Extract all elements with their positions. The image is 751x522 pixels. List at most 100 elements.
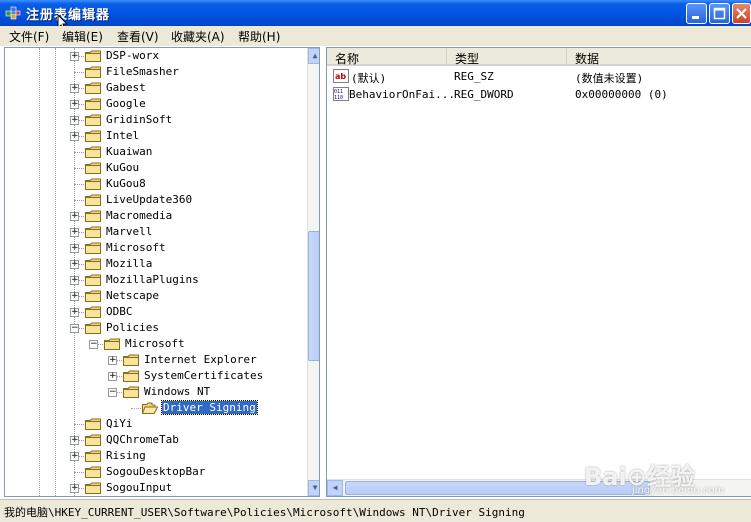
tree-node[interactable]: + Internet Explorer <box>5 352 305 368</box>
tree-node[interactable]: SogouDesktopBar <box>5 464 305 480</box>
folder-icon <box>85 178 101 190</box>
tree-node-label: Mozilla <box>106 257 153 270</box>
menu-help[interactable]: 帮助(H) <box>235 28 283 45</box>
menu-edit[interactable]: 编辑(E) <box>59 28 106 45</box>
collapse-icon[interactable]: − <box>108 388 117 397</box>
expand-icon[interactable]: + <box>70 436 79 445</box>
expand-icon[interactable]: + <box>108 356 117 365</box>
tree-node[interactable]: + Intel <box>5 128 305 144</box>
tree-node-label: Windows NT <box>144 385 211 398</box>
tree-node[interactable]: KuGou <box>5 160 305 176</box>
folder-icon <box>85 258 101 270</box>
tree-node[interactable]: + Rising <box>5 448 305 464</box>
folder-icon <box>85 226 101 238</box>
tree-node-label: Rising <box>106 449 146 462</box>
arrow-down-icon: ▼ <box>312 483 318 492</box>
tree-node[interactable]: FileSmasher <box>5 64 305 80</box>
watermark-url: jingyan.baidu.com <box>632 485 725 496</box>
arrow-up-icon: ▲ <box>312 51 318 60</box>
tree-vertical-scrollbar[interactable]: ▲ ▼ <box>307 48 319 496</box>
folder-icon <box>85 418 101 430</box>
close-icon <box>736 8 747 19</box>
folder-icon <box>85 322 101 334</box>
expand-icon[interactable]: + <box>70 132 79 141</box>
tree-node[interactable]: + Netscape <box>5 288 305 304</box>
tree-node-label: Policies <box>106 321 159 334</box>
tree-node-label: Microsoft <box>125 337 185 350</box>
value-row[interactable]: ab (默认) REG_SZ (数值未设置) <box>327 67 751 85</box>
value-list-pane[interactable]: 名称 类型 数据 ab (默认) REG_SZ (数值未设置) 011 110 … <box>326 47 751 497</box>
expand-icon[interactable]: + <box>70 84 79 93</box>
scroll-left-button[interactable]: ◀ <box>327 480 343 496</box>
expand-icon[interactable]: + <box>70 292 79 301</box>
tree-node[interactable]: Driver Signing <box>5 400 305 416</box>
tree-node[interactable]: + Mozilla <box>5 256 305 272</box>
tree-node-label: Intel <box>106 129 140 142</box>
expand-icon[interactable]: + <box>108 372 117 381</box>
expand-icon[interactable]: + <box>70 228 79 237</box>
column-header-name[interactable]: 名称 <box>327 48 447 66</box>
expand-icon[interactable]: + <box>70 212 79 221</box>
close-button[interactable] <box>732 3 751 24</box>
expand-icon[interactable]: + <box>70 100 79 109</box>
folder-icon <box>85 466 101 478</box>
tree-node[interactable]: + SystemCertificates <box>5 368 305 384</box>
scroll-down-button[interactable]: ▼ <box>308 480 319 496</box>
collapse-icon[interactable]: − <box>70 324 79 333</box>
expand-icon[interactable]: + <box>70 452 79 461</box>
tree-node-label: Internet Explorer <box>144 353 257 366</box>
column-header-type[interactable]: 类型 <box>447 48 567 66</box>
tree-node[interactable]: LiveUpdate360 <box>5 192 305 208</box>
minimize-button[interactable] <box>686 3 707 24</box>
status-key-path: 我的电脑\HKEY_CURRENT_USER\Software\Policies… <box>4 506 525 519</box>
value-name: (默认) <box>351 72 387 85</box>
menu-file[interactable]: 文件(F) <box>6 28 52 45</box>
scroll-up-button[interactable]: ▲ <box>308 48 319 64</box>
expand-icon[interactable]: + <box>70 260 79 269</box>
expand-icon[interactable]: + <box>70 308 79 317</box>
expand-icon[interactable]: + <box>70 52 79 61</box>
value-row[interactable]: 011 110 BehaviorOnFai... REG_DWORD 0x000… <box>327 85 751 103</box>
folder-icon <box>104 338 120 350</box>
tree-node[interactable]: + QQChromeTab <box>5 432 305 448</box>
maximize-button[interactable] <box>709 3 730 24</box>
folder-icon <box>85 210 101 222</box>
tree-node[interactable]: − Microsoft <box>5 336 305 352</box>
tree-node-label: Kuaiwan <box>106 145 153 158</box>
tree-node-label: MozillaPlugins <box>106 273 199 286</box>
tree-node[interactable]: + Marvell <box>5 224 305 240</box>
expand-icon[interactable]: + <box>70 484 79 493</box>
key-tree-pane[interactable]: + DSP-worx FileSmasher + Gabest + Google + Gridi… <box>4 47 320 497</box>
tree-node[interactable]: − Windows NT <box>5 384 305 400</box>
tree-node[interactable]: + DSP-worx <box>5 48 305 64</box>
folder-icon <box>123 370 139 382</box>
tree-node[interactable]: KuGou8 <box>5 176 305 192</box>
tree-node[interactable]: + Macromedia <box>5 208 305 224</box>
tree-node[interactable]: + Google <box>5 96 305 112</box>
tree-node[interactable]: − Policies <box>5 320 305 336</box>
expand-icon[interactable]: + <box>70 116 79 125</box>
svg-text:ab: ab <box>335 72 346 81</box>
tree-node[interactable]: QiYi <box>5 416 305 432</box>
tree-node-label: KuGou8 <box>106 177 146 190</box>
folder-icon <box>85 434 101 446</box>
tree-node[interactable]: + ODBC <box>5 304 305 320</box>
tree-node[interactable]: + Gabest <box>5 80 305 96</box>
tree-node[interactable]: Kuaiwan <box>5 144 305 160</box>
tree-node[interactable]: + Microsoft <box>5 240 305 256</box>
menu-favorites[interactable]: 收藏夹(A) <box>168 28 228 45</box>
collapse-icon[interactable]: − <box>89 340 98 349</box>
expand-icon[interactable]: + <box>70 244 79 253</box>
title-bar[interactable]: 注册表编辑器 <box>0 0 751 26</box>
tree-node[interactable]: + SogouInput <box>5 480 305 496</box>
tree-node[interactable]: + GridinSoft <box>5 112 305 128</box>
column-header-data[interactable]: 数据 <box>567 48 751 66</box>
tree-node-label: Netscape <box>106 289 159 302</box>
expand-icon[interactable]: + <box>70 276 79 285</box>
folder-icon <box>85 130 101 142</box>
menu-view[interactable]: 查看(V) <box>114 28 162 45</box>
tree-scroll-thumb[interactable] <box>308 231 319 361</box>
tree-node[interactable]: + MozillaPlugins <box>5 272 305 288</box>
arrow-left-icon: ◀ <box>332 483 338 492</box>
status-bar: 我的电脑\HKEY_CURRENT_USER\Software\Policies… <box>0 499 751 522</box>
